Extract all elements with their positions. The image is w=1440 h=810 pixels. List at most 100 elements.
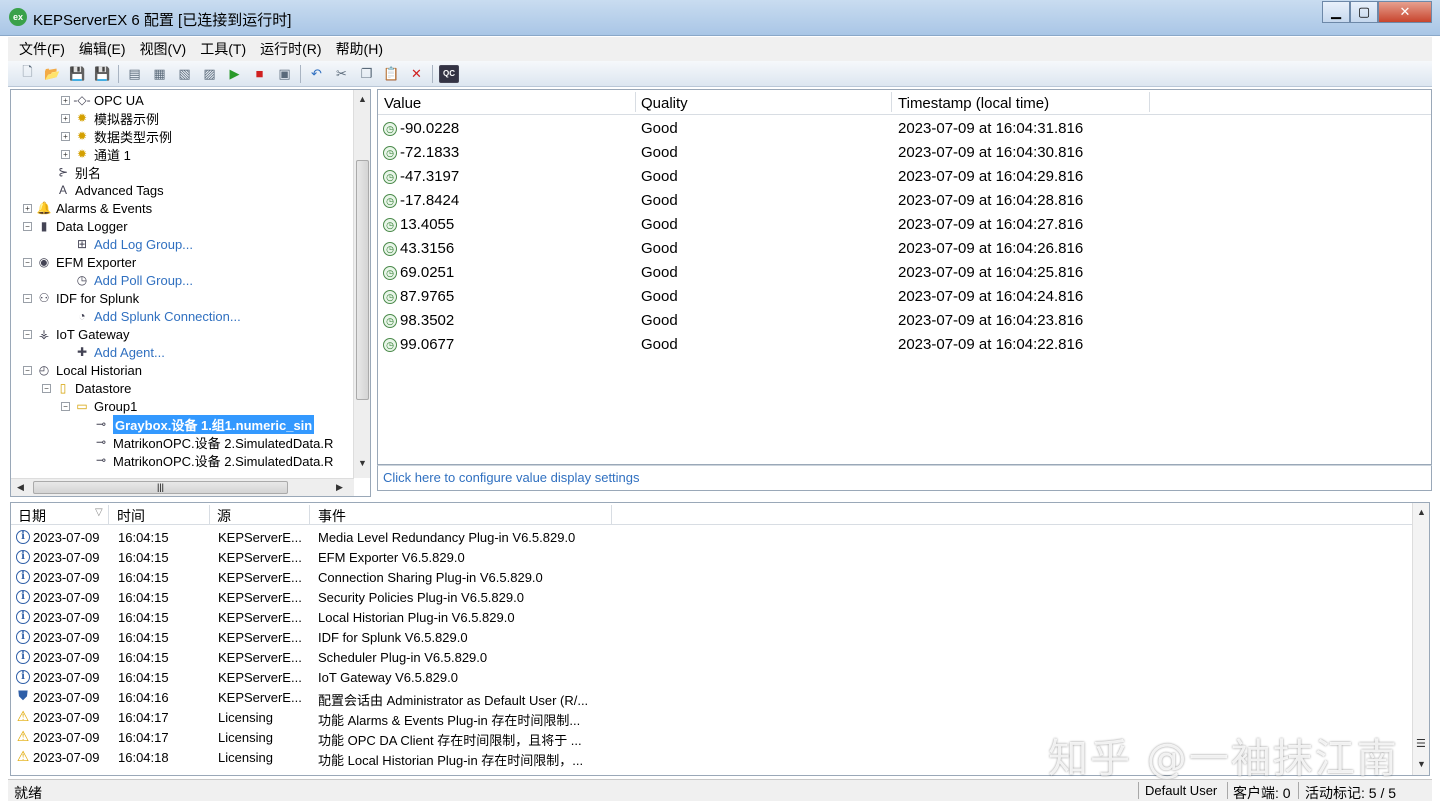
new-icon[interactable]: 🗋 <box>18 65 37 83</box>
tree-item[interactable]: −◉EFM Exporter <box>23 253 136 271</box>
menu-item-3[interactable]: 工具(T) <box>193 39 253 59</box>
table-row[interactable]: ◷87.9765Good2023-07-09 at 16:04:24.816 <box>378 285 1431 309</box>
tree-expander-icon[interactable]: + <box>61 132 70 141</box>
table-row[interactable]: ◷69.0251Good2023-07-09 at 16:04:25.816 <box>378 261 1431 285</box>
tree-expander-icon[interactable]: + <box>61 96 70 105</box>
tree-item[interactable]: +✹通道 1 <box>61 145 131 163</box>
cut-icon[interactable]: ✂ <box>332 65 351 83</box>
stop-icon[interactable]: ■ <box>250 65 269 83</box>
tree-hscroll-thumb[interactable]: ||| <box>33 481 288 494</box>
scroll-up-icon[interactable]: ▲ <box>358 94 367 104</box>
header-date[interactable]: 日期 <box>18 506 46 526</box>
tree-expander-icon[interactable]: + <box>61 150 70 159</box>
table-row[interactable]: ◷99.0677Good2023-07-09 at 16:04:22.816 <box>378 333 1431 357</box>
start-icon[interactable]: ▶ <box>225 65 244 83</box>
project-tree[interactable]: +-◇-OPC UA+✹模拟器示例+✹数据类型示例+✹通道 1⊱别名AAdvan… <box>10 89 371 497</box>
tree-horizontal-scrollbar[interactable]: ◀ ||| ▶ <box>11 478 354 496</box>
new-channel-icon[interactable]: ▤ <box>125 65 144 83</box>
tree-item[interactable]: ⊸MatrikonOPC.设备 2.SimulatedData.R <box>80 451 333 469</box>
list-item[interactable]: i2023-07-0916:04:15KEPServerE...EFM Expo… <box>11 547 1411 567</box>
menu-item-0[interactable]: 文件(F) <box>12 39 72 59</box>
table-row[interactable]: ◷-17.8424Good2023-07-09 at 16:04:28.816 <box>378 189 1431 213</box>
scroll-right-icon[interactable]: ▶ <box>336 482 343 493</box>
tree-item[interactable]: ✚Add Agent... <box>61 343 165 361</box>
header-timestamp[interactable]: Timestamp (local time) <box>898 95 1049 112</box>
list-item[interactable]: i2023-07-0916:04:15KEPServerE...IoT Gate… <box>11 667 1411 687</box>
maximize-icon[interactable]: ▢ <box>1350 1 1378 23</box>
tree-expander-icon[interactable]: − <box>23 366 32 375</box>
tree-vertical-scrollbar[interactable]: ▲ ▼ <box>353 90 370 478</box>
scroll-left-icon[interactable]: ◀ <box>17 482 24 493</box>
quick-client-icon[interactable]: QC <box>439 65 459 83</box>
save-as-icon[interactable]: 💾 <box>93 65 112 83</box>
tree-expander-icon[interactable]: − <box>23 330 32 339</box>
tree-expander-icon[interactable]: − <box>23 294 32 303</box>
table-row[interactable]: ◷-47.3197Good2023-07-09 at 16:04:29.816 <box>378 165 1431 189</box>
list-item[interactable]: i2023-07-0916:04:15KEPServerE...Connecti… <box>11 567 1411 587</box>
tree-item[interactable]: ◔Add Splunk Connection... <box>61 307 241 325</box>
configure-display-link[interactable]: Click here to configure value display se… <box>383 470 640 485</box>
new-tag-icon[interactable]: ▨ <box>200 65 219 83</box>
list-item[interactable]: i2023-07-0916:04:15KEPServerE...Media Le… <box>11 527 1411 547</box>
tree-expander-icon[interactable]: − <box>61 402 70 411</box>
menu-item-1[interactable]: 编辑(E) <box>72 39 133 59</box>
tree-item[interactable]: ⊱别名 <box>42 163 101 181</box>
list-item[interactable]: i2023-07-0916:04:15KEPServerE...IDF for … <box>11 627 1411 647</box>
list-item[interactable]: i2023-07-0916:04:15KEPServerE...Security… <box>11 587 1411 607</box>
undo-icon[interactable]: ↶ <box>307 65 326 83</box>
tree-item[interactable]: ⊸Graybox.设备 1.组1.numeric_sin <box>80 415 314 433</box>
tree-expander-icon[interactable]: − <box>23 258 32 267</box>
properties-icon[interactable]: ▣ <box>275 65 294 83</box>
menu-item-2[interactable]: 视图(V) <box>133 39 194 59</box>
tree-expander-icon[interactable]: − <box>42 384 51 393</box>
table-row[interactable]: ◷-90.0228Good2023-07-09 at 16:04:31.816 <box>378 117 1431 141</box>
list-item[interactable]: i2023-07-0916:04:15KEPServerE...Schedule… <box>11 647 1411 667</box>
header-source[interactable]: 源 <box>217 506 231 526</box>
scroll-up-icon[interactable]: ▲ <box>1417 507 1426 517</box>
tree-item[interactable]: ◷Add Poll Group... <box>61 271 193 289</box>
tree-item[interactable]: −◴Local Historian <box>23 361 142 379</box>
save-icon[interactable]: 💾 <box>68 65 87 83</box>
list-item[interactable]: ⚠2023-07-0916:04:17Licensing功能 Alarms & … <box>11 707 1411 727</box>
tree-item[interactable]: +✹数据类型示例 <box>61 127 172 145</box>
scroll-grip-icon[interactable]: ☰ <box>1416 737 1426 750</box>
tree-item[interactable]: −▯Datastore <box>42 379 131 397</box>
tree-item[interactable]: +-◇-OPC UA <box>61 91 144 109</box>
new-device-icon[interactable]: ▦ <box>150 65 169 83</box>
log-vertical-scrollbar[interactable]: ▲ ☰ ▼ <box>1412 503 1429 775</box>
tree-expander-icon[interactable]: − <box>23 222 32 231</box>
scroll-down-icon[interactable]: ▼ <box>358 458 367 468</box>
tree-item[interactable]: −⚶IoT Gateway <box>23 325 129 343</box>
tree-item[interactable]: ⊸MatrikonOPC.设备 2.SimulatedData.R <box>80 433 333 451</box>
menu-item-5[interactable]: 帮助(H) <box>329 39 390 59</box>
close-icon[interactable]: ✕ <box>1378 1 1432 23</box>
tree-item[interactable]: ⊞Add Log Group... <box>61 235 193 253</box>
copy-icon[interactable]: ❐ <box>357 65 376 83</box>
table-row[interactable]: ◷-72.1833Good2023-07-09 at 16:04:30.816 <box>378 141 1431 165</box>
tree-expander-icon[interactable]: + <box>23 204 32 213</box>
table-row[interactable]: ◷13.4055Good2023-07-09 at 16:04:27.816 <box>378 213 1431 237</box>
menu-item-4[interactable]: 运行时(R) <box>253 39 328 59</box>
tree-item[interactable]: −▭Group1 <box>61 397 137 415</box>
new-group-icon[interactable]: ▧ <box>175 65 194 83</box>
header-quality[interactable]: Quality <box>641 95 688 112</box>
table-row[interactable]: ◷43.3156Good2023-07-09 at 16:04:26.816 <box>378 237 1431 261</box>
header-time[interactable]: 时间 <box>117 506 145 526</box>
header-value[interactable]: Value <box>384 95 421 112</box>
paste-icon[interactable]: 📋 <box>382 65 401 83</box>
scroll-down-icon[interactable]: ▼ <box>1417 759 1426 769</box>
tree-expander-icon[interactable]: + <box>61 114 70 123</box>
tree-item[interactable]: −⚇IDF for Splunk <box>23 289 139 307</box>
tree-item[interactable]: +🔔Alarms & Events <box>23 199 152 217</box>
table-row[interactable]: ◷98.3502Good2023-07-09 at 16:04:23.816 <box>378 309 1431 333</box>
tree-item[interactable]: AAdvanced Tags <box>42 181 164 199</box>
tree-item[interactable]: −▮Data Logger <box>23 217 128 235</box>
tree-scroll-thumb[interactable] <box>356 160 369 400</box>
list-item[interactable]: i2023-07-0916:04:15KEPServerE...Local Hi… <box>11 607 1411 627</box>
header-event[interactable]: 事件 <box>318 506 346 526</box>
open-icon[interactable]: 📂 <box>43 65 62 83</box>
list-item[interactable]: ⛊2023-07-0916:04:16KEPServerE...配置会话由 Ad… <box>11 687 1411 707</box>
minimize-icon[interactable]: ▁ <box>1322 1 1350 23</box>
delete-icon[interactable]: ✕ <box>407 65 426 83</box>
tree-item[interactable]: +✹模拟器示例 <box>61 109 159 127</box>
